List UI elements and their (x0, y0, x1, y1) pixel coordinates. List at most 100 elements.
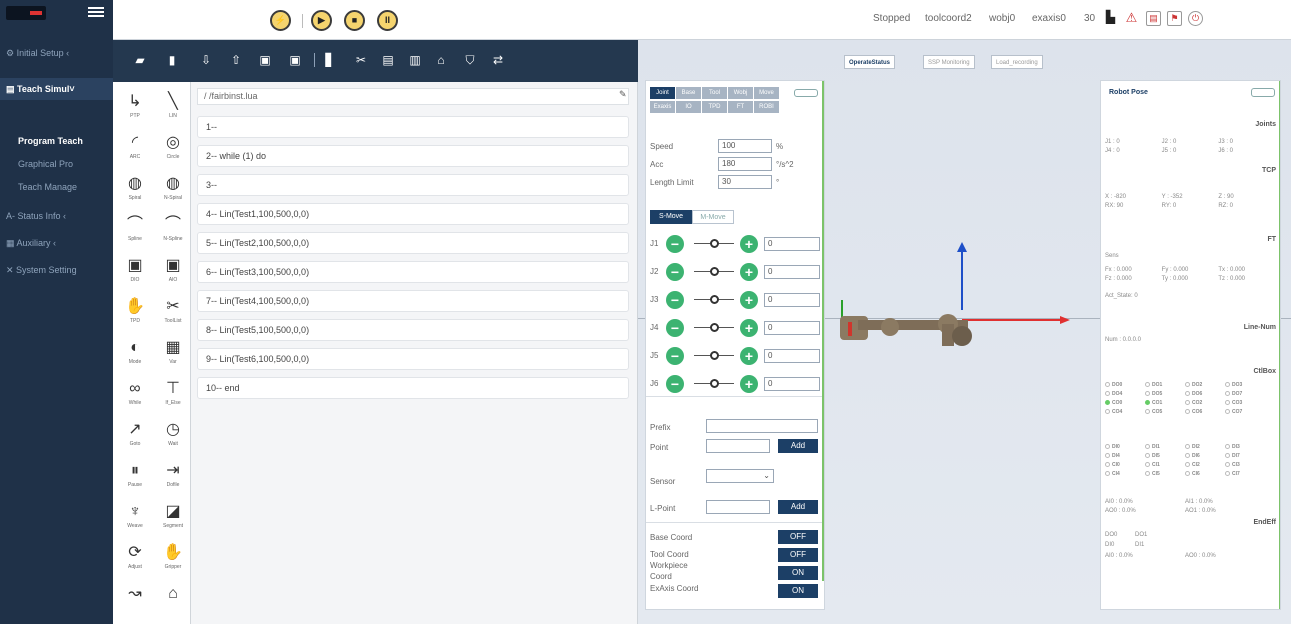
minus-icon[interactable]: − (666, 319, 684, 337)
sidebar-item-teach-simul[interactable]: ▤ Teach Simul˅ (0, 78, 113, 100)
scrollbar[interactable] (1279, 81, 1280, 609)
power-icon[interactable]: ⏻ (1188, 11, 1203, 26)
save-icon[interactable]: ▣ (258, 53, 272, 67)
program-line[interactable]: 1-- (197, 116, 629, 138)
slider-knob[interactable] (710, 351, 719, 360)
sidebar-item-status-info[interactable]: A- Status Info ‹ (0, 205, 113, 227)
palette-item[interactable]: ↝ (117, 584, 153, 612)
program-line[interactable]: 4-- Lin(Test1,100,500,0,0) (197, 203, 629, 225)
jog-tab[interactable]: IO (676, 101, 701, 113)
tab-load-recording[interactable]: Load_recording (991, 55, 1043, 69)
slider-knob[interactable] (710, 239, 719, 248)
mode-switch-button[interactable]: ⚡ (270, 10, 291, 31)
collapse-icon[interactable] (794, 89, 818, 97)
plus-icon[interactable]: + (740, 263, 758, 281)
shield-icon[interactable]: ⛉ (463, 53, 477, 67)
palette-item[interactable]: ◎ Circle (155, 133, 191, 161)
jog-tab[interactable]: Wobj (728, 87, 753, 99)
point-input[interactable] (706, 439, 770, 453)
tab-operate-status[interactable]: OperateStatus (844, 55, 896, 69)
sidebar-item-program-teach[interactable]: Program Teach (0, 130, 113, 152)
user-icon[interactable]: ▙ (1103, 11, 1118, 26)
s-move-button[interactable]: S-Move (650, 210, 692, 224)
palette-item[interactable]: ♆ Weave (117, 502, 153, 530)
palette-item[interactable]: ◪ Segment (155, 502, 191, 530)
palette-item[interactable]: ⊤ If_Else (155, 379, 191, 407)
copy-icon[interactable]: ▋ (323, 53, 337, 67)
slider-knob[interactable] (710, 267, 719, 276)
slider-knob[interactable] (710, 379, 719, 388)
program-line[interactable]: 5-- Lin(Test2,100,500,0,0) (197, 232, 629, 254)
open-folder-icon[interactable]: ▰ (133, 53, 147, 67)
joint-value-input[interactable]: 0 (764, 237, 820, 251)
palette-item[interactable]: ▦ Var (155, 338, 191, 366)
minus-icon[interactable]: − (666, 291, 684, 309)
length-limit-input[interactable]: 30 (718, 175, 772, 189)
prefix-input[interactable] (706, 419, 818, 433)
start-button[interactable]: ▶ (311, 10, 332, 31)
sidebar-item-auxiliary[interactable]: ▦ Auxiliary ‹ (0, 232, 113, 254)
joint-value-input[interactable]: 0 (764, 321, 820, 335)
program-line[interactable]: 3-- (197, 174, 629, 196)
palette-item[interactable]: ◍ Spiral (117, 174, 153, 202)
sidebar-item-initial-setup[interactable]: ⚙ Initial Setup ‹ (0, 42, 113, 64)
tool-coord[interactable]: toolcoord2 (925, 13, 972, 24)
pause-button[interactable]: II (377, 10, 398, 31)
palette-item[interactable]: ✋ Gripper (155, 543, 191, 571)
jog-tab[interactable]: FT (728, 101, 753, 113)
cut-icon[interactable]: ✂ (354, 53, 368, 67)
speed-value[interactable]: 30 (1084, 13, 1095, 24)
collapse-icon[interactable] (1251, 88, 1275, 97)
workpiece-coord-toggle[interactable]: ON (778, 566, 818, 580)
palette-item[interactable]: ∞ While (117, 379, 153, 407)
program-line[interactable]: 8-- Lin(Test5,100,500,0,0) (197, 319, 629, 341)
exaxis-coord-toggle[interactable]: ON (778, 584, 818, 598)
palette-item[interactable]: ⟳ Adjust (117, 543, 153, 571)
export-icon[interactable]: ⇧ (229, 53, 243, 67)
palette-item[interactable]: ╲ LIN (155, 92, 191, 120)
home-icon[interactable]: ⌂ (434, 53, 448, 67)
program-line[interactable]: 9-- Lin(Test6,100,500,0,0) (197, 348, 629, 370)
joint-value-input[interactable]: 0 (764, 293, 820, 307)
speed-input[interactable]: 100 (718, 139, 772, 153)
jog-tab[interactable]: Exaxis (650, 101, 675, 113)
m-move-button[interactable]: M-Move (692, 210, 734, 224)
palette-item[interactable]: ▣ DIO (117, 256, 153, 284)
jog-tab[interactable]: ROBI (754, 101, 779, 113)
joint-value-input[interactable]: 0 (764, 349, 820, 363)
stop-button[interactable]: ■ (344, 10, 365, 31)
plus-icon[interactable]: + (740, 375, 758, 393)
sidebar-item-graphical-pro[interactable]: Graphical Pro (0, 153, 113, 175)
tool-coord-toggle[interactable]: OFF (778, 548, 818, 562)
program-line[interactable]: 6-- Lin(Test3,100,500,0,0) (197, 261, 629, 283)
palette-item[interactable]: ⏸ Pause (117, 461, 153, 489)
add-l-point-button[interactable]: Add (778, 500, 818, 514)
delete-icon[interactable]: ▥ (408, 53, 422, 67)
program-line[interactable]: 2-- while (1) do (197, 145, 629, 167)
plus-icon[interactable]: + (740, 347, 758, 365)
jog-tab[interactable]: TPD (702, 101, 727, 113)
minus-icon[interactable]: − (666, 235, 684, 253)
sidebar-item-system-setting[interactable]: ✕ System Setting (0, 259, 113, 281)
tab-ssp-monitoring[interactable]: SSP Monitoring (923, 55, 975, 69)
jog-tab[interactable]: Tool (702, 87, 727, 99)
palette-item[interactable]: ↳ PTP (117, 92, 153, 120)
plus-icon[interactable]: + (740, 235, 758, 253)
minus-icon[interactable]: − (666, 375, 684, 393)
slider-knob[interactable] (710, 295, 719, 304)
import-icon[interactable]: ⇩ (199, 53, 213, 67)
switch-icon[interactable]: ⇄ (491, 53, 505, 67)
palette-item[interactable]: ⌒ N-Spline (155, 215, 191, 243)
log-icon[interactable]: ▤ (1146, 11, 1161, 26)
sidebar-item-teach-manage[interactable]: Teach Manage (0, 176, 113, 198)
settings-icon[interactable]: ⚑ (1167, 11, 1182, 26)
jog-tab[interactable]: Move (754, 87, 779, 99)
add-point-button[interactable]: Add (778, 439, 818, 453)
palette-item[interactable]: ⇥ Dofile (155, 461, 191, 489)
new-file-icon[interactable]: ▮ (165, 53, 179, 67)
palette-item[interactable]: ↗ Goto (117, 420, 153, 448)
paste-icon[interactable]: ▤ (381, 53, 395, 67)
palette-item[interactable]: ◷ Wait (155, 420, 191, 448)
acc-input[interactable]: 180 (718, 157, 772, 171)
palette-item[interactable]: ◐ Mode (117, 338, 153, 366)
